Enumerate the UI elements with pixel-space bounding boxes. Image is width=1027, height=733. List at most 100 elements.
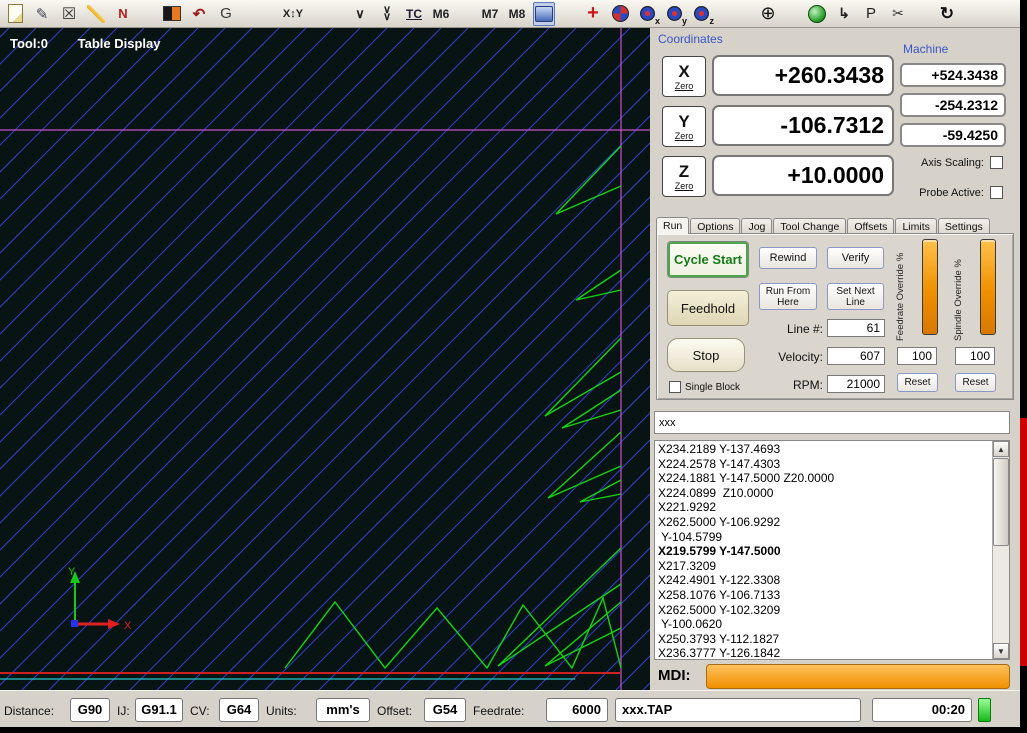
xy-plane-icon[interactable]: X↕Y	[282, 2, 304, 26]
scrollbar-thumb[interactable]	[993, 458, 1009, 546]
tool-change-icon[interactable]: TC	[403, 2, 425, 26]
rewind-button[interactable]: Rewind	[759, 247, 817, 269]
toolbar-icons: ✎ ☒ N ↶ G X↕Y ∨ ∨ ∨ TC M6 M7 M8 + x y z ⊕ ↳ P ✂ ↻	[0, 1, 963, 26]
run-tab-panel: Cycle Start Rewind Verify Feedhold Run F…	[656, 233, 1014, 400]
double-chevron-down-icon[interactable]: ∨ ∨	[376, 2, 398, 26]
set-next-line-button[interactable]: Set Next Line	[827, 283, 884, 310]
new-file-icon[interactable]	[4, 2, 26, 26]
wizard-icon[interactable]	[85, 2, 107, 26]
globe-icon[interactable]	[806, 2, 828, 26]
gcode-line[interactable]: X224.2578 Y-147.4303	[658, 457, 992, 472]
gcode-line[interactable]: X234.2189 Y-137.4693	[658, 442, 992, 457]
spindle-override-reset-button[interactable]: Reset	[955, 373, 996, 392]
ref-z-icon[interactable]: z	[690, 2, 715, 26]
tab-bar: Run Options Jog Tool Change Offsets Limits Set…	[656, 217, 991, 234]
close-file-icon[interactable]: ☒	[58, 2, 80, 26]
gcode-line[interactable]: X224.1881 Y-147.5000 Z20.0000	[658, 471, 992, 486]
palette-icon[interactable]	[161, 2, 183, 26]
scissors-icon[interactable]: ✂	[887, 2, 909, 26]
gcode-line[interactable]: X262.5000 Y-106.9292	[658, 515, 992, 530]
zero-x-button[interactable]: X Zero	[662, 56, 706, 97]
feedhold-button[interactable]: Feedhold	[667, 290, 749, 326]
axis-scaling-checkbox[interactable]	[990, 156, 1003, 169]
verify-button[interactable]: Verify	[827, 247, 884, 269]
gcode-line[interactable]: X262.5000 Y-102.3209	[658, 603, 992, 618]
tab-jog[interactable]: Jog	[741, 218, 773, 234]
tab-limits[interactable]: Limits	[895, 218, 937, 234]
feedrate-override-slider[interactable]	[922, 239, 938, 335]
dro-z-value: +10.0000	[712, 155, 894, 196]
gcode-line[interactable]: X236.3777 Y-126.1842	[658, 646, 992, 659]
gcode-scrollbar[interactable]: ▲ ▼	[992, 441, 1009, 659]
tab-options[interactable]: Options	[690, 218, 741, 234]
ij-mode-value: G91.1	[135, 698, 183, 722]
spindle-override-slider[interactable]	[980, 239, 996, 335]
edit-nc-icon[interactable]: N	[112, 2, 134, 26]
gcode-line[interactable]: X250.3793 Y-112.1827	[658, 632, 992, 647]
park-icon[interactable]: P	[860, 2, 882, 26]
goto-zero-icon[interactable]: +	[582, 2, 604, 26]
tab-tool-change[interactable]: Tool Change	[773, 218, 847, 234]
spindle-override-label: Spindle Override %	[953, 259, 964, 341]
toolbar: ✎ ☒ N ↶ G X↕Y ∨ ∨ ∨ TC M6 M7 M8 + x y z ⊕ ↳ P ✂ ↻	[0, 0, 1020, 28]
single-block-checkbox[interactable]	[669, 381, 681, 393]
ref-y-icon[interactable]: y	[663, 2, 687, 26]
line-number-label: Line #:	[786, 322, 823, 336]
m7-icon[interactable]: M7	[479, 2, 501, 26]
scroll-up-button[interactable]: ▲	[993, 441, 1009, 457]
axis-scaling-label: Axis Scaling:	[921, 157, 984, 169]
cycle-start-button[interactable]: Cycle Start	[667, 241, 749, 278]
gcode-line[interactable]: Y-104.5799	[658, 530, 992, 545]
feedrate-override-reset-button[interactable]: Reset	[897, 373, 938, 392]
m8-icon[interactable]: M8	[506, 2, 528, 26]
tab-settings[interactable]: Settings	[937, 218, 990, 234]
regen-icon[interactable]: ↻	[936, 2, 958, 26]
gcode-list-lines: X234.2189 Y-137.4693 X224.2578 Y-147.4303…	[655, 441, 992, 659]
zero-x-label: Zero	[674, 80, 694, 91]
undo-icon[interactable]: ↶	[188, 2, 210, 26]
gcode-line[interactable]: Y-100.0620	[658, 617, 992, 632]
dro-y-value: -106.7312	[712, 105, 894, 146]
cnc-app-window: ✎ ☒ N ↶ G X↕Y ∨ ∨ ∨ TC M6 M7 M8 + x y z ⊕ ↳ P ✂ ↻ YX Tool:0 T…	[0, 0, 1027, 733]
spindle-icon[interactable]	[533, 1, 555, 26]
feedrate-override-field[interactable]	[897, 347, 937, 365]
machine-z-value: -59.4250	[900, 123, 1006, 147]
m6-icon[interactable]: M6	[430, 2, 452, 26]
mdi-input[interactable]	[706, 664, 1010, 689]
return-arrow-icon[interactable]: ↳	[833, 2, 855, 26]
distance-mode-value: G90	[70, 698, 110, 722]
gcode-filter-input[interactable]	[654, 411, 1010, 434]
line-number-field[interactable]	[827, 319, 885, 337]
loaded-file-name: xxx.TAP	[615, 698, 861, 722]
rpm-label: RPM:	[793, 378, 823, 392]
distance-mode-label: Distance:	[4, 704, 55, 718]
scroll-down-button[interactable]: ▼	[993, 643, 1009, 659]
dro-x-value: +260.3438	[712, 55, 894, 96]
run-from-here-button[interactable]: Run From Here	[759, 283, 817, 310]
ref-all-icon[interactable]	[609, 2, 631, 26]
feedrate-label: Feedrate:	[473, 704, 525, 718]
probe-active-checkbox[interactable]	[990, 186, 1003, 199]
tab-run[interactable]: Run	[656, 217, 690, 234]
gcode-line[interactable]: X242.4901 Y-122.3308	[658, 573, 992, 588]
edit-file-icon[interactable]: ✎	[31, 2, 53, 26]
gcode-icon[interactable]: G	[215, 2, 237, 26]
toolpath-display[interactable]: YX Tool:0 Table Display	[0, 28, 650, 690]
gcode-line[interactable]: X221.9292	[658, 500, 992, 515]
tab-offsets[interactable]: Offsets	[847, 218, 895, 234]
chevron-down-icon[interactable]: ∨	[349, 2, 371, 26]
crosshair-icon[interactable]: ⊕	[757, 2, 779, 26]
rpm-field[interactable]	[827, 375, 885, 393]
elapsed-timer: 00:20	[872, 698, 972, 722]
velocity-field[interactable]	[827, 347, 885, 365]
spindle-override-field[interactable]	[955, 347, 995, 365]
ref-x-icon[interactable]: x	[636, 2, 660, 26]
gcode-line[interactable]: X224.0899 Z10.0000	[658, 486, 992, 501]
axis-y-letter: Y	[678, 111, 690, 131]
gcode-line[interactable]: X258.1076 Y-106.7133	[658, 588, 992, 603]
stop-button[interactable]: Stop	[667, 338, 745, 372]
zero-y-button[interactable]: Y Zero	[662, 106, 706, 147]
gcode-line[interactable]: X217.3209	[658, 559, 992, 574]
gcode-line[interactable]: X219.5799 Y-147.5000	[658, 544, 992, 559]
zero-z-button[interactable]: Z Zero	[662, 156, 706, 197]
